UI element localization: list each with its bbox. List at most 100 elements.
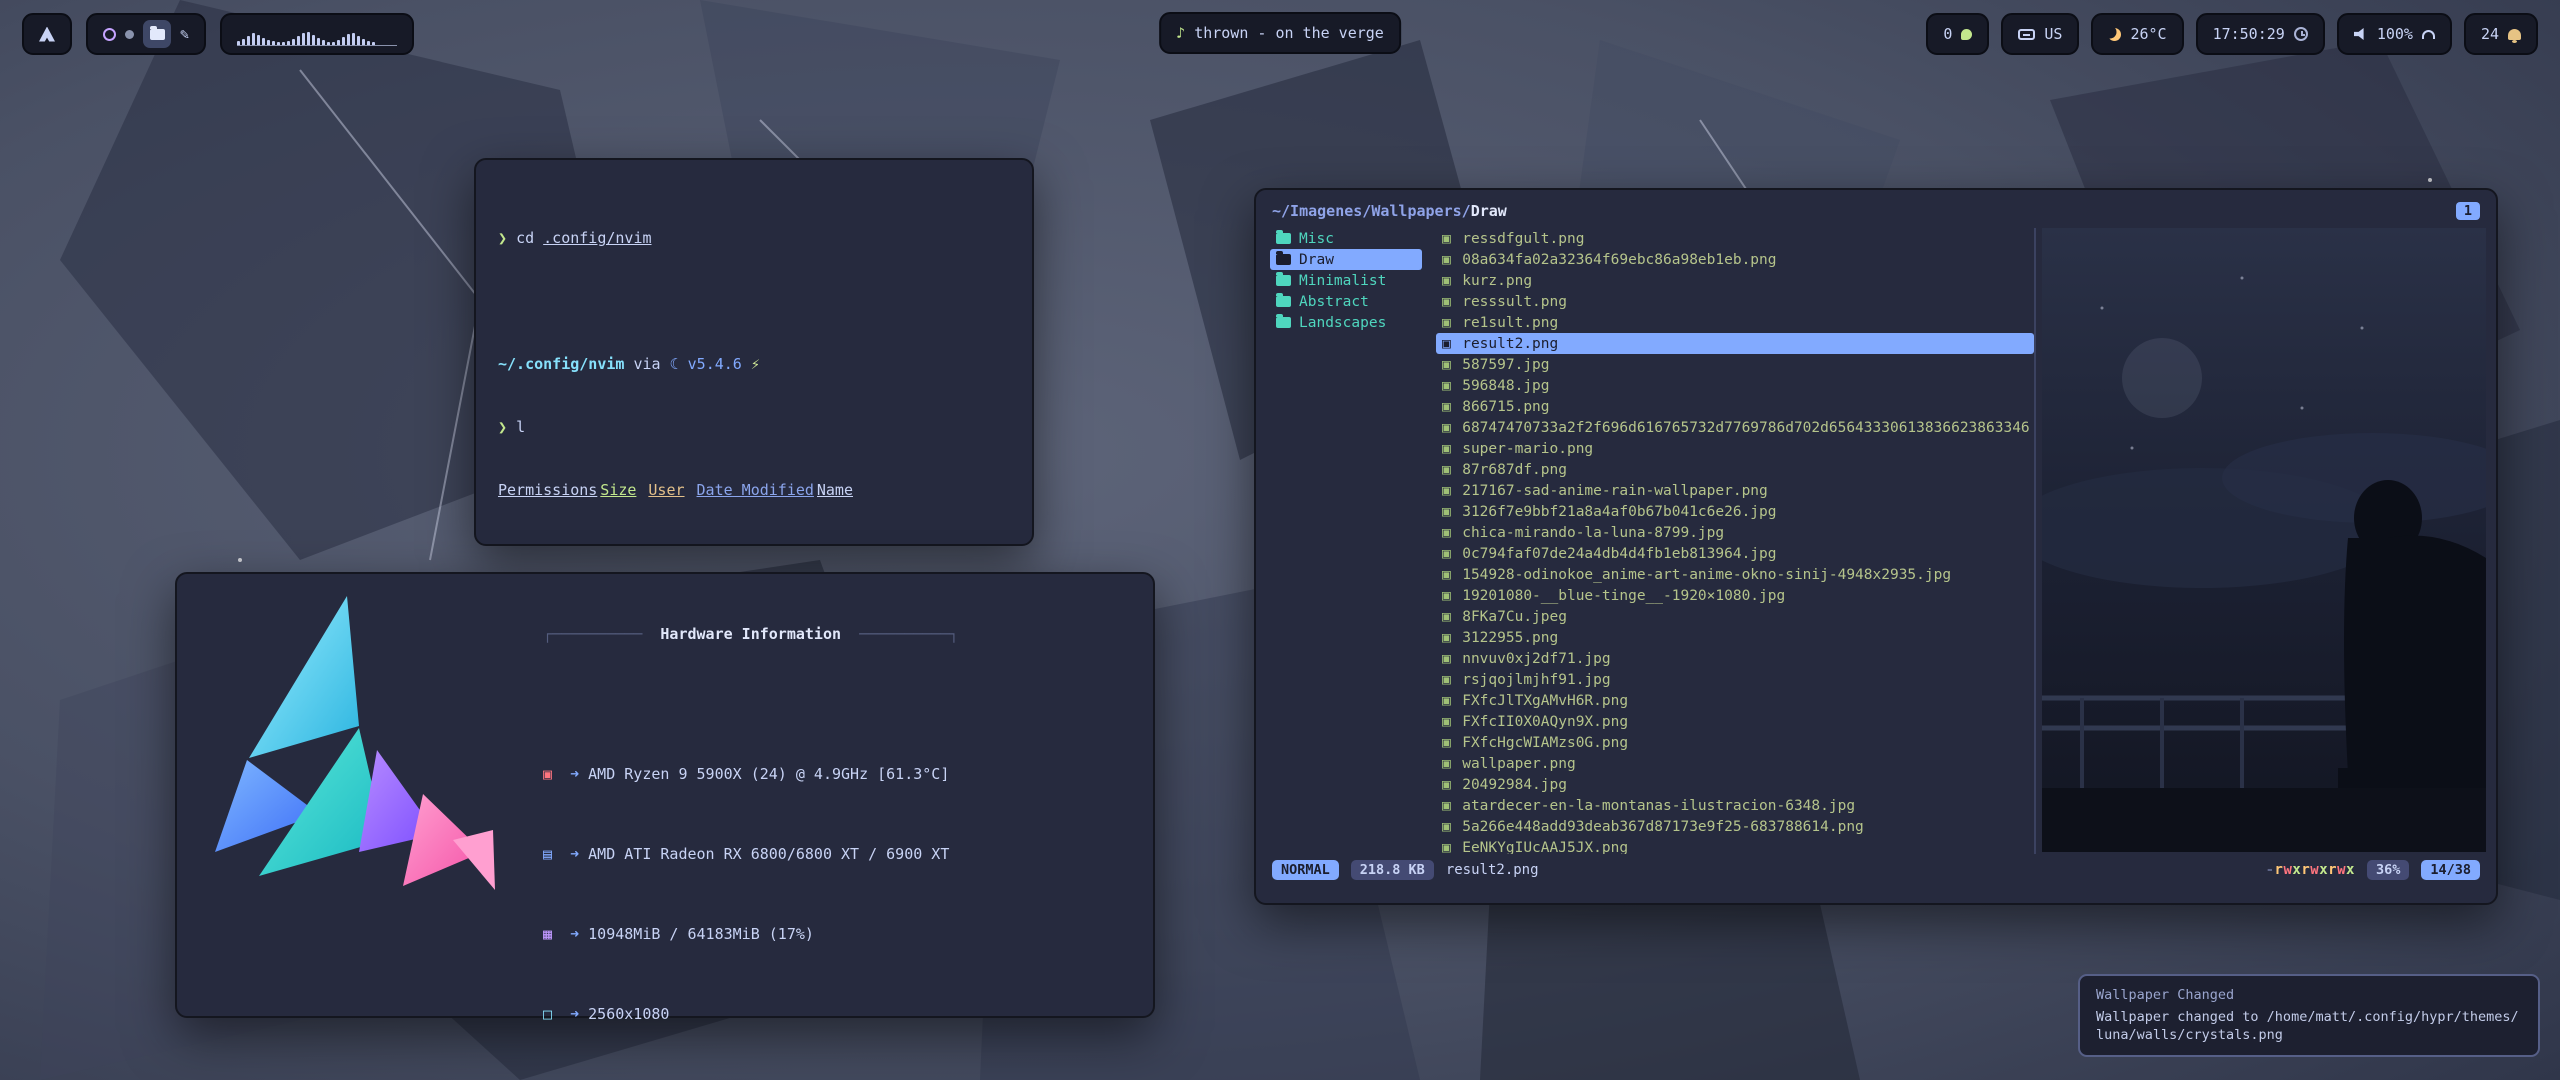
file-item[interactable]: ▣FXfcII0X0AQyn9X.png [1436,711,2034,732]
file-item[interactable]: ▣68747470733a2f2f696d616765732d7769786d7… [1436,417,2034,438]
weather-widget[interactable]: 26°C [2091,13,2183,55]
file-item[interactable]: ▣0c794faf07de24a4db4d4fb1eb813964.jpg [1436,543,2034,564]
image-icon: ▣ [1442,231,1454,247]
arrow-icon: ➜ [570,1004,579,1024]
folder-icon [1276,254,1291,265]
clock-time: 17:50:29 [2213,25,2285,43]
file-item[interactable]: ▣EeNKYgIUcAAJ5JX.png [1436,837,2034,854]
image-icon: ▣ [1442,840,1454,855]
image-icon: ▣ [1442,294,1454,310]
audio-visualizer [220,13,414,55]
image-icon: ▣ [1442,714,1454,730]
notification-body: Wallpaper changed to /home/matt/.config/… [2096,1008,2522,1044]
command-line: ❯ cd .config/nvim [498,228,1010,249]
image-icon: ▣ [1442,399,1454,415]
file-item[interactable]: ▣8FKa7Cu.jpeg [1436,606,2034,627]
image-icon: ▣ [1442,819,1454,835]
weather-temp: 26°C [2130,25,2166,43]
crystal-logo [197,588,497,908]
command-arg: .config/nvim [543,229,651,247]
lua-icon: ☾ [670,355,679,373]
file-item[interactable]: ▣866715.png [1436,396,2034,417]
file-item[interactable]: ▣atardecer-en-la-montanas-ilustracion-63… [1436,795,2034,816]
image-icon: ▣ [1442,357,1454,373]
terminal-window[interactable]: ❯ cd .config/nvim ~/.config/nvim via ☾ v… [474,158,1034,546]
workspace-1-icon[interactable] [103,28,116,41]
image-icon: ▣ [1442,693,1454,709]
headphones-icon [2422,30,2435,39]
leaf-icon [1961,29,1972,40]
file-item[interactable]: ▣rsjqojlmjhf91.jpg [1436,669,2034,690]
file-item[interactable]: ▣587597.jpg [1436,354,2034,375]
volume-widget[interactable]: 100% [2337,13,2452,55]
directory-item[interactable]: Landscapes [1270,312,1422,333]
image-icon: ▣ [1442,798,1454,814]
status-widgets: 0 US 26°C 17:50:29 100% 24 [1926,13,2538,55]
file-item[interactable]: ▣super-mario.png [1436,438,2034,459]
file-item[interactable]: ▣kurz.png [1436,270,2034,291]
file-item[interactable]: ▣5a266e448add93deab367d87173e9f25-683788… [1436,816,2034,837]
file-item[interactable]: ▣3126f7e9bbf21a8a4af0b67b041c6e26.jpg [1436,501,2034,522]
cpu-icon: ▣ [543,764,561,784]
file-item[interactable]: ▣154928-odinokoe_anime-art-anime-okno-si… [1436,564,2034,585]
tab-badge[interactable]: 1 [2456,202,2480,220]
fetch-output: ┌────────── Hardware Information ───────… [177,574,1153,1080]
notifications-widget[interactable]: 24 [2464,13,2538,55]
image-icon: ▣ [1442,609,1454,625]
file-item[interactable]: ▣resssult.png [1436,291,2034,312]
launcher-button[interactable] [22,13,72,55]
updates-widget[interactable]: 0 [1926,13,1989,55]
prompt-symbol: ❯ [498,229,507,247]
media-title: thrown - on the verge [1194,24,1384,42]
file-item[interactable]: ▣nnvuv0xj2df71.jpg [1436,648,2034,669]
gpu-icon: ▤ [543,844,561,864]
notification-title: Wallpaper Changed [2096,987,2522,1003]
file-item[interactable]: ▣re1sult.png [1436,312,2034,333]
workspace-draw-icon[interactable]: ✎ [180,25,189,43]
directory-item[interactable]: Minimalist [1270,270,1422,291]
image-icon: ▣ [1442,567,1454,583]
file-item[interactable]: ▣FXfcJlTXgAMvH6R.png [1436,690,2034,711]
fetch-terminal-window[interactable]: ┌────────── Hardware Information ───────… [175,572,1155,1018]
music-icon: ♪ [1176,24,1185,42]
info-line: □ ➜ 2560x1080 [543,1004,1058,1024]
info-line: ▤ ➜ AMD ATI Radeon RX 6800/6800 XT / 690… [543,844,1058,864]
keyboard-layout: US [2044,25,2062,43]
file-item[interactable]: ▣chica-mirando-la-luna-8799.jpg [1436,522,2034,543]
directory-item[interactable]: Misc [1270,228,1422,249]
notification-count: 24 [2481,25,2499,43]
file-item[interactable]: ▣20492984.jpg [1436,774,2034,795]
clock-widget[interactable]: 17:50:29 [2196,13,2325,55]
file-item[interactable]: ▣217167-sad-anime-rain-wallpaper.png [1436,480,2034,501]
image-icon: ▣ [1442,441,1454,457]
file-item[interactable]: ▣596848.jpg [1436,375,2034,396]
file-item[interactable]: ▣result2.png [1436,333,2034,354]
file-item[interactable]: ▣wallpaper.png [1436,753,2034,774]
file-item[interactable]: ▣87r687df.png [1436,459,2034,480]
image-icon: ▣ [1442,756,1454,772]
directory-list: Misc Draw Minimalist Abstract Landscapes [1270,228,1422,854]
file-item[interactable]: ▣19201080-__blue-tinge__-1920×1080.jpg [1436,585,2034,606]
file-item[interactable]: ▣3122955.png [1436,627,2034,648]
keyboard-layout-widget[interactable]: US [2001,13,2079,55]
workspace-2-icon[interactable] [125,30,134,39]
directory-item[interactable]: Abstract [1270,291,1422,312]
file-manager-window[interactable]: ~/Imagenes/Wallpapers/Draw 1 Misc Draw M… [1254,188,2498,905]
workspace-files-active[interactable] [143,20,171,48]
preview-pane [2034,228,2486,854]
info-line: ▣ ➜ AMD Ryzen 9 5900X (24) @ 4.9GHz [61.… [543,764,1058,784]
desktop: ✎ ♪ thrown - on the verge 0 US 26°C 17:5… [0,0,2560,1080]
notification-popup[interactable]: Wallpaper Changed Wallpaper changed to /… [2078,974,2540,1057]
file-item[interactable]: ▣08a634fa02a32364f69ebc86a98eb1eb.png [1436,249,2034,270]
file-item[interactable]: ▣FXfcHgcWIAMzs0G.png [1436,732,2034,753]
image-icon: ▣ [1442,462,1454,478]
scroll-percent-badge: 36% [2367,860,2409,880]
directory-item[interactable]: Draw [1270,249,1422,270]
image-icon: ▣ [1442,546,1454,562]
file-list: ▣ressdfgult.png ▣08a634fa02a32364f69ebc8… [1436,228,2034,854]
file-listing: drwxr-xr-x - matt 6 oct 00:31 lua .rw-r-… [498,543,1010,546]
file-item[interactable]: ▣ressdfgult.png [1436,228,2034,249]
media-widget[interactable]: ♪ thrown - on the verge [1159,12,1401,54]
volume-level: 100% [2377,25,2413,43]
bolt-icon: ⚡ [751,355,760,373]
